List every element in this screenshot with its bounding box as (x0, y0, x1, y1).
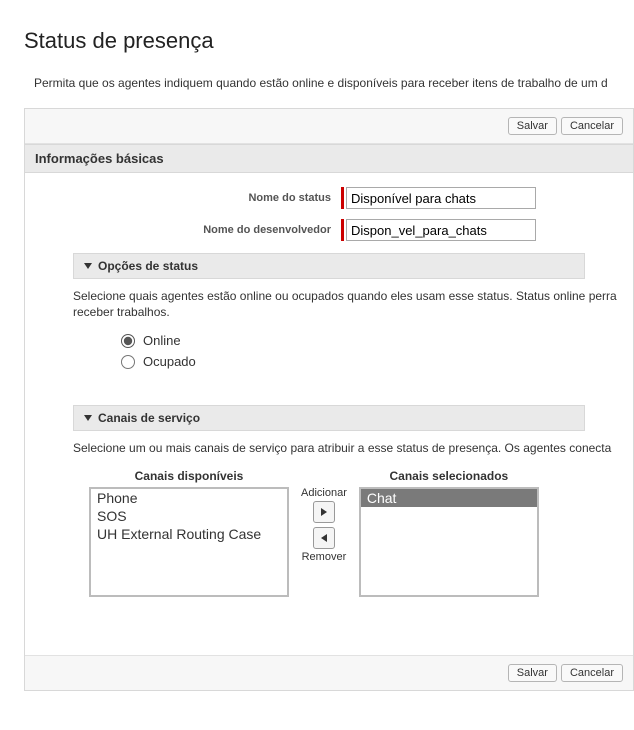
status-radio-group: Online Ocupado (73, 333, 585, 369)
arrow-left-icon (319, 533, 329, 543)
service-channels-title: Canais de serviço (98, 411, 200, 425)
status-name-row: Nome do status (41, 187, 617, 209)
selected-channels-col: Canais selecionados Chat (359, 469, 539, 597)
status-options-desc2: receber trabalhos. (73, 305, 585, 319)
busy-radio[interactable] (121, 355, 135, 369)
online-radio-label: Online (143, 333, 181, 348)
list-item[interactable]: Chat (361, 489, 537, 507)
remove-label: Remover (302, 551, 347, 563)
service-channels-desc: Selecione um ou mais canais de serviço p… (73, 441, 585, 455)
arrow-right-icon (319, 507, 329, 517)
selected-channels-listbox[interactable]: Chat (359, 487, 539, 597)
status-name-input[interactable] (346, 187, 536, 209)
picker-buttons-col: Adicionar Remover (301, 469, 347, 563)
cancel-button[interactable]: Cancelar (561, 664, 623, 682)
chevron-down-icon (84, 415, 92, 421)
status-options-title: Opções de status (98, 259, 198, 273)
status-options-content: Selecione quais agentes estão online ou … (41, 279, 617, 393)
page-title: Status de presença (0, 0, 634, 70)
status-name-label: Nome do status (41, 192, 341, 204)
save-button[interactable]: Salvar (508, 664, 557, 682)
save-button[interactable]: Salvar (508, 117, 557, 135)
busy-radio-row[interactable]: Ocupado (121, 354, 585, 369)
bottom-button-row: Salvar Cancelar (25, 655, 633, 690)
service-channels-content: Selecione um ou mais canais de serviço p… (41, 431, 617, 615)
online-radio[interactable] (121, 334, 135, 348)
top-button-row: Salvar Cancelar (25, 109, 633, 144)
developer-name-input[interactable] (346, 219, 536, 241)
developer-name-row: Nome do desenvolvedor (41, 219, 617, 241)
chevron-down-icon (84, 263, 92, 269)
list-item[interactable]: Phone (91, 489, 287, 507)
available-channels-title: Canais disponíveis (135, 469, 244, 483)
basic-info-header: Informações básicas (25, 144, 633, 173)
status-options-header[interactable]: Opções de status (73, 253, 585, 279)
remove-button[interactable] (313, 527, 335, 549)
busy-radio-label: Ocupado (143, 354, 196, 369)
list-item[interactable]: SOS (91, 507, 287, 525)
basic-info-content: Nome do status Nome do desenvolvedor Opç… (25, 173, 633, 635)
developer-name-label: Nome do desenvolvedor (41, 224, 341, 236)
required-indicator (341, 187, 344, 209)
form-container: Salvar Cancelar Informações básicas Nome… (24, 108, 634, 691)
service-channels-header[interactable]: Canais de serviço (73, 405, 585, 431)
online-radio-row[interactable]: Online (121, 333, 585, 348)
required-indicator (341, 219, 344, 241)
list-item[interactable]: UH External Routing Case (91, 525, 287, 543)
status-options-desc: Selecione quais agentes estão online ou … (73, 289, 585, 303)
cancel-button[interactable]: Cancelar (561, 117, 623, 135)
selected-channels-title: Canais selecionados (390, 469, 509, 483)
add-button[interactable] (313, 501, 335, 523)
add-label: Adicionar (301, 487, 347, 499)
available-channels-col: Canais disponíveis Phone SOS UH External… (89, 469, 289, 597)
dual-list-picker: Canais disponíveis Phone SOS UH External… (73, 469, 585, 597)
available-channels-listbox[interactable]: Phone SOS UH External Routing Case (89, 487, 289, 597)
page-description: Permita que os agentes indiquem quando e… (0, 70, 634, 104)
